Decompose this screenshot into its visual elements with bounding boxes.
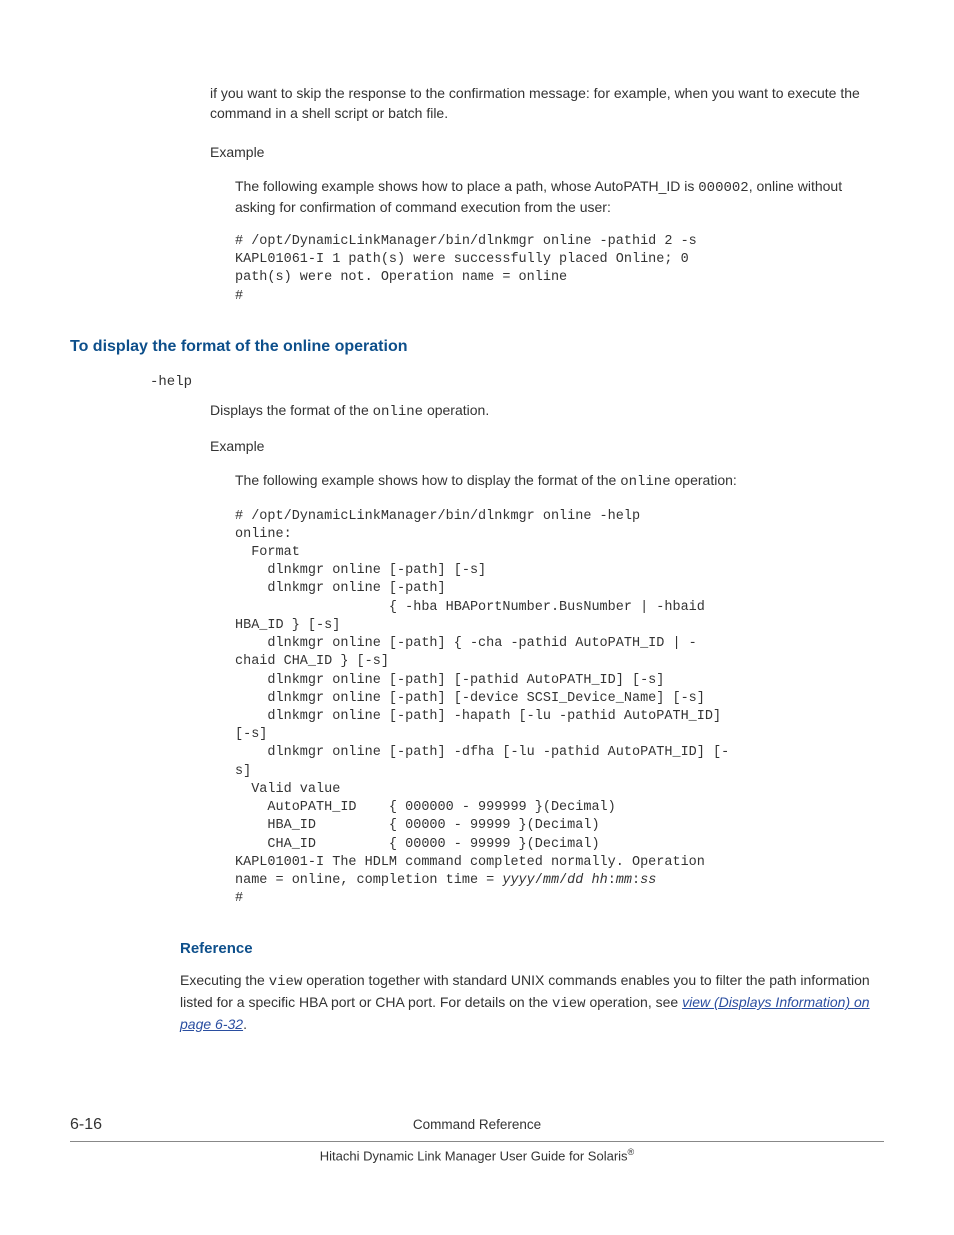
ex2-c2: : (632, 873, 640, 888)
ex2-c1: : (608, 873, 616, 888)
ref-c1: view (269, 974, 303, 990)
option-help-description: Displays the format of the online operat… (210, 401, 884, 423)
example-1-description: The following example shows how to place… (235, 177, 884, 218)
footer-section-title: Command Reference (190, 1116, 764, 1135)
example-1-heading: Example (210, 143, 884, 163)
ref-p3: operation, see (586, 994, 683, 1010)
ex2-yyyy: yyyy (502, 873, 534, 888)
opt-desc-pre: Displays the format of the (210, 402, 373, 418)
intro-paragraph: if you want to skip the response to the … (210, 84, 884, 123)
ex2-mm2: mm (616, 873, 632, 888)
opt-desc-post: operation. (423, 402, 489, 418)
ex2-ss: ss (640, 873, 656, 888)
ex2-code-part2: # (235, 891, 243, 906)
ref-p4: . (243, 1016, 247, 1032)
ex2-dd: dd (567, 873, 583, 888)
ex2-code-part1: # /opt/DynamicLinkManager/bin/dlnkmgr on… (235, 509, 729, 888)
ex2-post: operation: (671, 472, 737, 488)
ref-c2: view (552, 996, 586, 1012)
example-1-code: # /opt/DynamicLinkManager/bin/dlnkmgr on… (235, 233, 884, 306)
page-number: 6-16 (70, 1114, 190, 1136)
footer-book-title: Hitachi Dynamic Link Manager User Guide … (70, 1142, 884, 1166)
example-2-description: The following example shows how to displ… (235, 471, 884, 493)
ex2-mm1: mm (543, 873, 559, 888)
ref-p1: Executing the (180, 972, 269, 988)
registered-mark: ® (628, 1147, 635, 1157)
ex1-pre: The following example shows how to place… (235, 178, 698, 194)
section-heading-display-format: To display the format of the online oper… (70, 336, 884, 358)
reference-body: Executing the view operation together wi… (180, 971, 884, 1034)
example-2-heading: Example (210, 437, 884, 457)
opt-desc-code: online (373, 404, 423, 420)
ex2-s2: / (559, 873, 567, 888)
ex2-hh: hh (591, 873, 607, 888)
page-footer: 6-16 Command Reference Hitachi Dynamic L… (70, 1114, 884, 1165)
ex2-pre: The following example shows how to displ… (235, 472, 620, 488)
reference-heading: Reference (180, 938, 884, 959)
example-2-code: # /opt/DynamicLinkManager/bin/dlnkmgr on… (235, 508, 884, 909)
ex2-inline-code: online (620, 474, 670, 490)
ex1-inline-code: 000002 (698, 180, 748, 196)
option-help: -help (150, 373, 884, 393)
ex2-s1: / (535, 873, 543, 888)
footer-title2-text: Hitachi Dynamic Link Manager User Guide … (320, 1148, 628, 1163)
